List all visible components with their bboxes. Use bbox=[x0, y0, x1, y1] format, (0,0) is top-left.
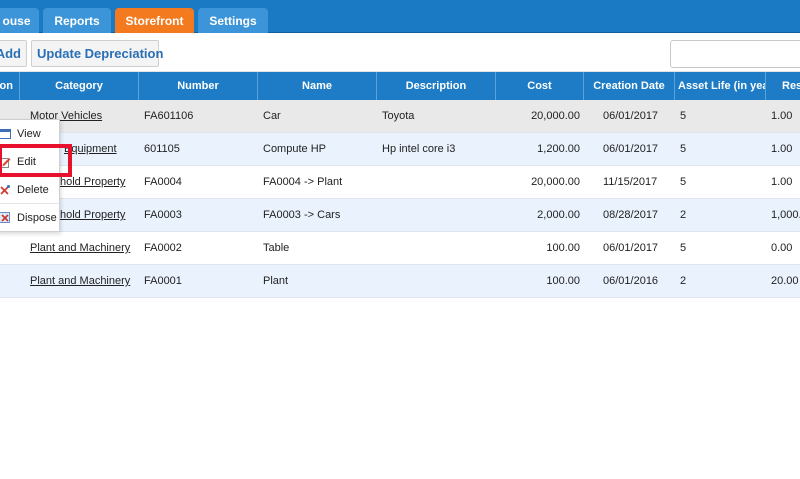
category-link[interactable]: Plant and Machinery bbox=[30, 232, 138, 264]
dispose-icon bbox=[0, 212, 11, 224]
asset-name: Plant bbox=[263, 275, 289, 287]
asset-description: Hp intel core i3 bbox=[382, 143, 456, 155]
header-asset-life[interactable]: Asset Life (in yea bbox=[675, 72, 766, 100]
category-link[interactable]: Equipment bbox=[64, 133, 138, 165]
delete-icon bbox=[0, 184, 11, 196]
header-name[interactable]: Name bbox=[258, 72, 377, 100]
asset-creation-date: 06/01/2017 bbox=[603, 110, 659, 122]
asset-creation-date: 11/15/2017 bbox=[603, 176, 658, 188]
asset-creation-date: 06/01/2017 bbox=[603, 143, 659, 155]
menu-item-label: View bbox=[17, 127, 41, 140]
asset-number: FA0001 bbox=[144, 275, 182, 287]
asset-description bbox=[382, 265, 494, 297]
menu-item-dispose[interactable]: Dispose bbox=[0, 204, 59, 232]
asset-creation-date: 06/01/2016 bbox=[603, 275, 659, 287]
asset-name: FA0004 -> Plant bbox=[263, 176, 343, 188]
asset-cost: 100.00 bbox=[546, 242, 580, 254]
header-residual[interactable]: Res bbox=[766, 72, 800, 100]
category-link[interactable]: hold Property bbox=[60, 166, 138, 198]
table-row[interactable]: hold Property FA0004 FA0004 -> Plant 20,… bbox=[0, 166, 800, 199]
category-link[interactable]: Plant and Machinery bbox=[30, 265, 138, 297]
asset-cost: 1,200.00 bbox=[537, 143, 580, 155]
row-context-menu: View Edit Delete Dispose bbox=[0, 119, 60, 232]
menu-item-label: Dispose bbox=[17, 212, 57, 224]
header-creation-date[interactable]: Creation Date bbox=[584, 72, 675, 100]
asset-number: FA0004 bbox=[144, 176, 182, 188]
menu-item-label: Edit bbox=[17, 155, 36, 168]
menu-item-delete[interactable]: Delete bbox=[0, 176, 59, 204]
asset-residual: 1.00 bbox=[771, 110, 793, 122]
table-row[interactable]: Equipment 601105 Compute HP Hp intel cor… bbox=[0, 133, 800, 166]
asset-number: 601105 bbox=[144, 143, 180, 155]
asset-residual: 1.00 bbox=[771, 143, 793, 155]
top-nav: ouse Reports Storefront Settings bbox=[0, 0, 800, 33]
asset-description bbox=[382, 166, 494, 198]
tab-reports[interactable]: Reports bbox=[43, 8, 111, 33]
tab-settings[interactable]: Settings bbox=[198, 8, 268, 33]
table-row[interactable]: hold Property FA0003 FA0003 -> Cars 2,00… bbox=[0, 199, 800, 232]
asset-name: FA0003 -> Cars bbox=[263, 209, 341, 221]
tab-warehouse[interactable]: ouse bbox=[0, 8, 39, 33]
asset-residual: 1,000. bbox=[771, 209, 800, 221]
menu-item-view[interactable]: View bbox=[0, 120, 59, 148]
asset-life: 5 bbox=[680, 110, 687, 122]
header-description[interactable]: Description bbox=[377, 72, 496, 100]
asset-life: 5 bbox=[680, 143, 687, 155]
asset-name: Compute HP bbox=[263, 143, 326, 155]
asset-description: Toyota bbox=[382, 110, 415, 122]
header-cost[interactable]: Cost bbox=[496, 72, 584, 100]
asset-residual: 0.00 bbox=[771, 242, 793, 254]
view-icon bbox=[0, 128, 11, 140]
pencil-icon bbox=[0, 156, 11, 168]
table-row[interactable]: Plant and Machinery FA0002 Table 100.00 … bbox=[0, 232, 800, 265]
update-depreciation-button[interactable]: Update Depreciation bbox=[31, 40, 163, 67]
asset-cost: 20,000.00 bbox=[531, 176, 580, 188]
table-row[interactable]: Plant and Machinery FA0001 Plant 100.00 … bbox=[0, 265, 800, 298]
asset-number: FA0002 bbox=[144, 242, 182, 254]
asset-residual: 1.00 bbox=[771, 176, 793, 188]
asset-life: 2 bbox=[680, 209, 687, 221]
asset-description bbox=[382, 232, 494, 264]
header-category[interactable]: Category bbox=[20, 72, 139, 100]
asset-creation-date: 06/01/2017 bbox=[603, 242, 659, 254]
tab-storefront[interactable]: Storefront bbox=[115, 8, 194, 33]
header-number[interactable]: Number bbox=[139, 72, 258, 100]
table-row[interactable]: Motor Vehicles FA601106 Car Toyota 20,00… bbox=[0, 100, 800, 133]
asset-name: Car bbox=[263, 110, 281, 122]
category-link[interactable]: hold Property bbox=[60, 199, 138, 231]
asset-cost: 2,000.00 bbox=[537, 209, 580, 221]
search-input[interactable] bbox=[670, 40, 800, 68]
menu-item-edit[interactable]: Edit bbox=[0, 148, 59, 176]
asset-number: FA0003 bbox=[144, 209, 182, 221]
asset-number: FA601106 bbox=[144, 110, 194, 122]
asset-name: Table bbox=[263, 242, 290, 254]
asset-life: 5 bbox=[680, 242, 687, 254]
menu-item-label: Delete bbox=[17, 183, 49, 196]
add-button[interactable]: Add bbox=[0, 40, 27, 67]
asset-residual: 20.00 bbox=[771, 275, 799, 287]
asset-creation-date: 08/28/2017 bbox=[603, 209, 659, 221]
asset-life: 2 bbox=[680, 275, 687, 287]
asset-cost: 20,000.00 bbox=[531, 110, 580, 122]
header-action[interactable]: on bbox=[0, 72, 20, 100]
asset-life: 5 bbox=[680, 176, 687, 188]
asset-description bbox=[382, 199, 494, 231]
asset-cost: 100.00 bbox=[546, 275, 580, 287]
toolbar: Add Update Depreciation bbox=[0, 33, 800, 72]
